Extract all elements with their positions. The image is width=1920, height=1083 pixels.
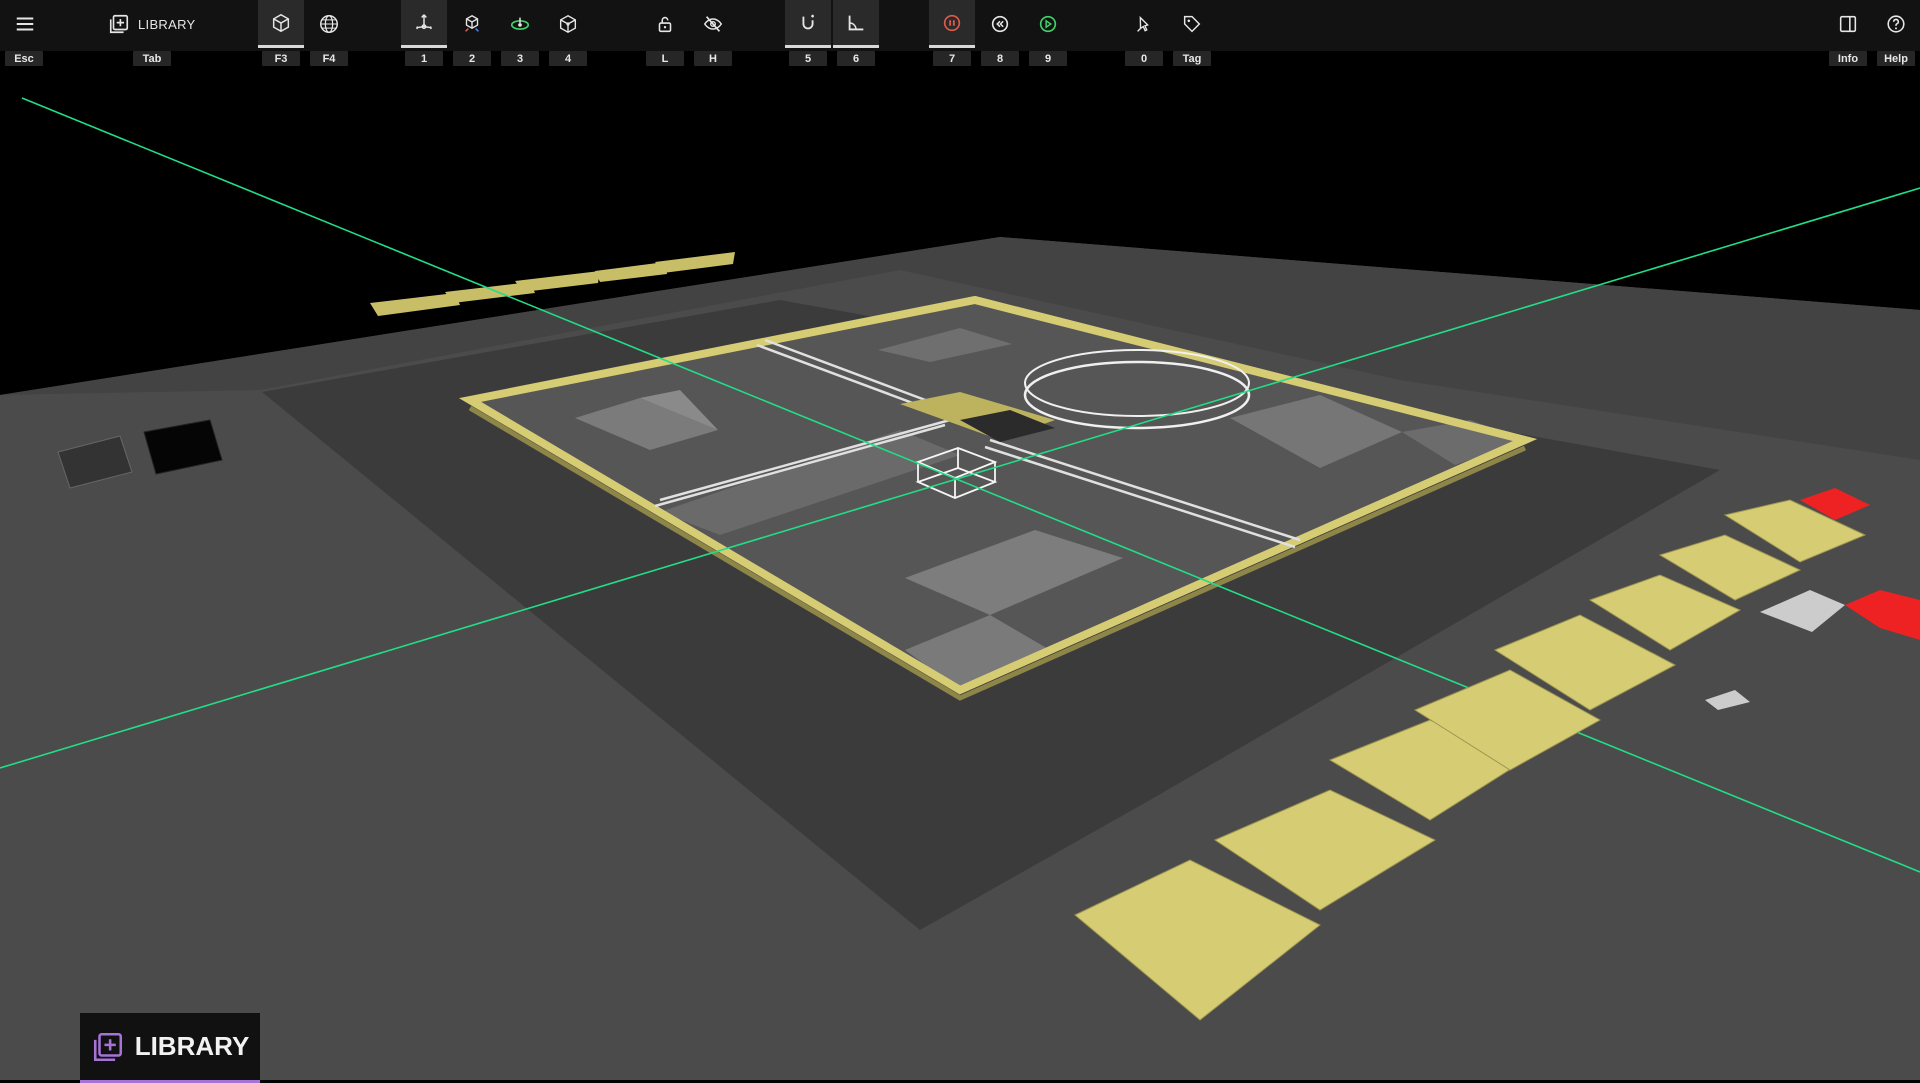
key-play: 9 (1029, 51, 1067, 66)
3d-viewport[interactable] (0, 68, 1920, 1080)
transform-gizmo-icon (559, 14, 577, 34)
scale-gizmo-icon (464, 14, 480, 32)
magnet-icon (802, 14, 814, 29)
rewind-button[interactable] (977, 0, 1023, 48)
key-rotate: 3 (501, 51, 539, 66)
hamburger-icon (16, 17, 33, 31)
key-hide: H (694, 51, 732, 66)
rotate-tool-button[interactable] (497, 0, 543, 48)
key-local: F3 (262, 51, 300, 66)
eye-off-icon (703, 16, 723, 32)
library-button[interactable]: LIBRARY (108, 0, 208, 48)
library-add-icon (93, 1032, 122, 1061)
key-menu: Esc (5, 51, 43, 66)
help-button[interactable] (1873, 0, 1919, 48)
inspect-icon (1137, 15, 1149, 32)
key-lock: L (646, 51, 684, 66)
key-move: 1 (405, 51, 443, 66)
key-help: Help (1877, 51, 1915, 66)
cube-icon (272, 13, 290, 32)
pause-button[interactable] (929, 0, 975, 48)
world-space-button[interactable] (306, 0, 352, 48)
scale-tool-button[interactable] (449, 0, 495, 48)
key-tag: Tag (1173, 51, 1211, 66)
rotate-gizmo-icon (510, 17, 530, 30)
key-library: Tab (133, 51, 171, 66)
key-pause: 7 (933, 51, 971, 66)
key-snap: 5 (789, 51, 827, 66)
help-icon (1887, 15, 1905, 33)
sidebar-panel-icon (1839, 15, 1857, 33)
key-transform: 4 (549, 51, 587, 66)
lock-button[interactable] (642, 0, 688, 48)
key-ruler: 6 (837, 51, 875, 66)
pause-icon (943, 14, 961, 31)
play-button[interactable] (1025, 0, 1071, 48)
library-panel-label: LIBRARY (134, 1031, 250, 1061)
menu-button[interactable] (2, 0, 47, 48)
info-panel-button[interactable] (1825, 0, 1871, 48)
lock-icon (658, 16, 672, 33)
library-button-label: LIBRARY (138, 16, 196, 32)
snap-button[interactable] (785, 0, 831, 48)
transform-tool-button[interactable] (545, 0, 591, 48)
tag-icon (1183, 15, 1201, 33)
key-world: F4 (310, 51, 348, 66)
move-gizmo-icon (416, 13, 432, 29)
inspect-button[interactable] (1121, 0, 1167, 48)
rewind-icon (991, 15, 1009, 33)
angle-ruler-icon (848, 15, 864, 30)
library-panel-tab[interactable]: LIBRARY (80, 1013, 260, 1083)
hide-button[interactable] (690, 0, 736, 48)
key-scale: 2 (453, 51, 491, 66)
key-info: Info (1829, 51, 1867, 66)
local-space-button[interactable] (258, 0, 304, 48)
key-rewind: 8 (981, 51, 1019, 66)
move-tool-button[interactable] (401, 0, 447, 48)
globe-icon (320, 15, 338, 33)
angle-ruler-button[interactable] (833, 0, 879, 48)
key-inspect: 0 (1125, 51, 1163, 66)
library-add-icon (109, 14, 129, 34)
tag-button[interactable] (1169, 0, 1215, 48)
play-icon (1039, 15, 1057, 33)
